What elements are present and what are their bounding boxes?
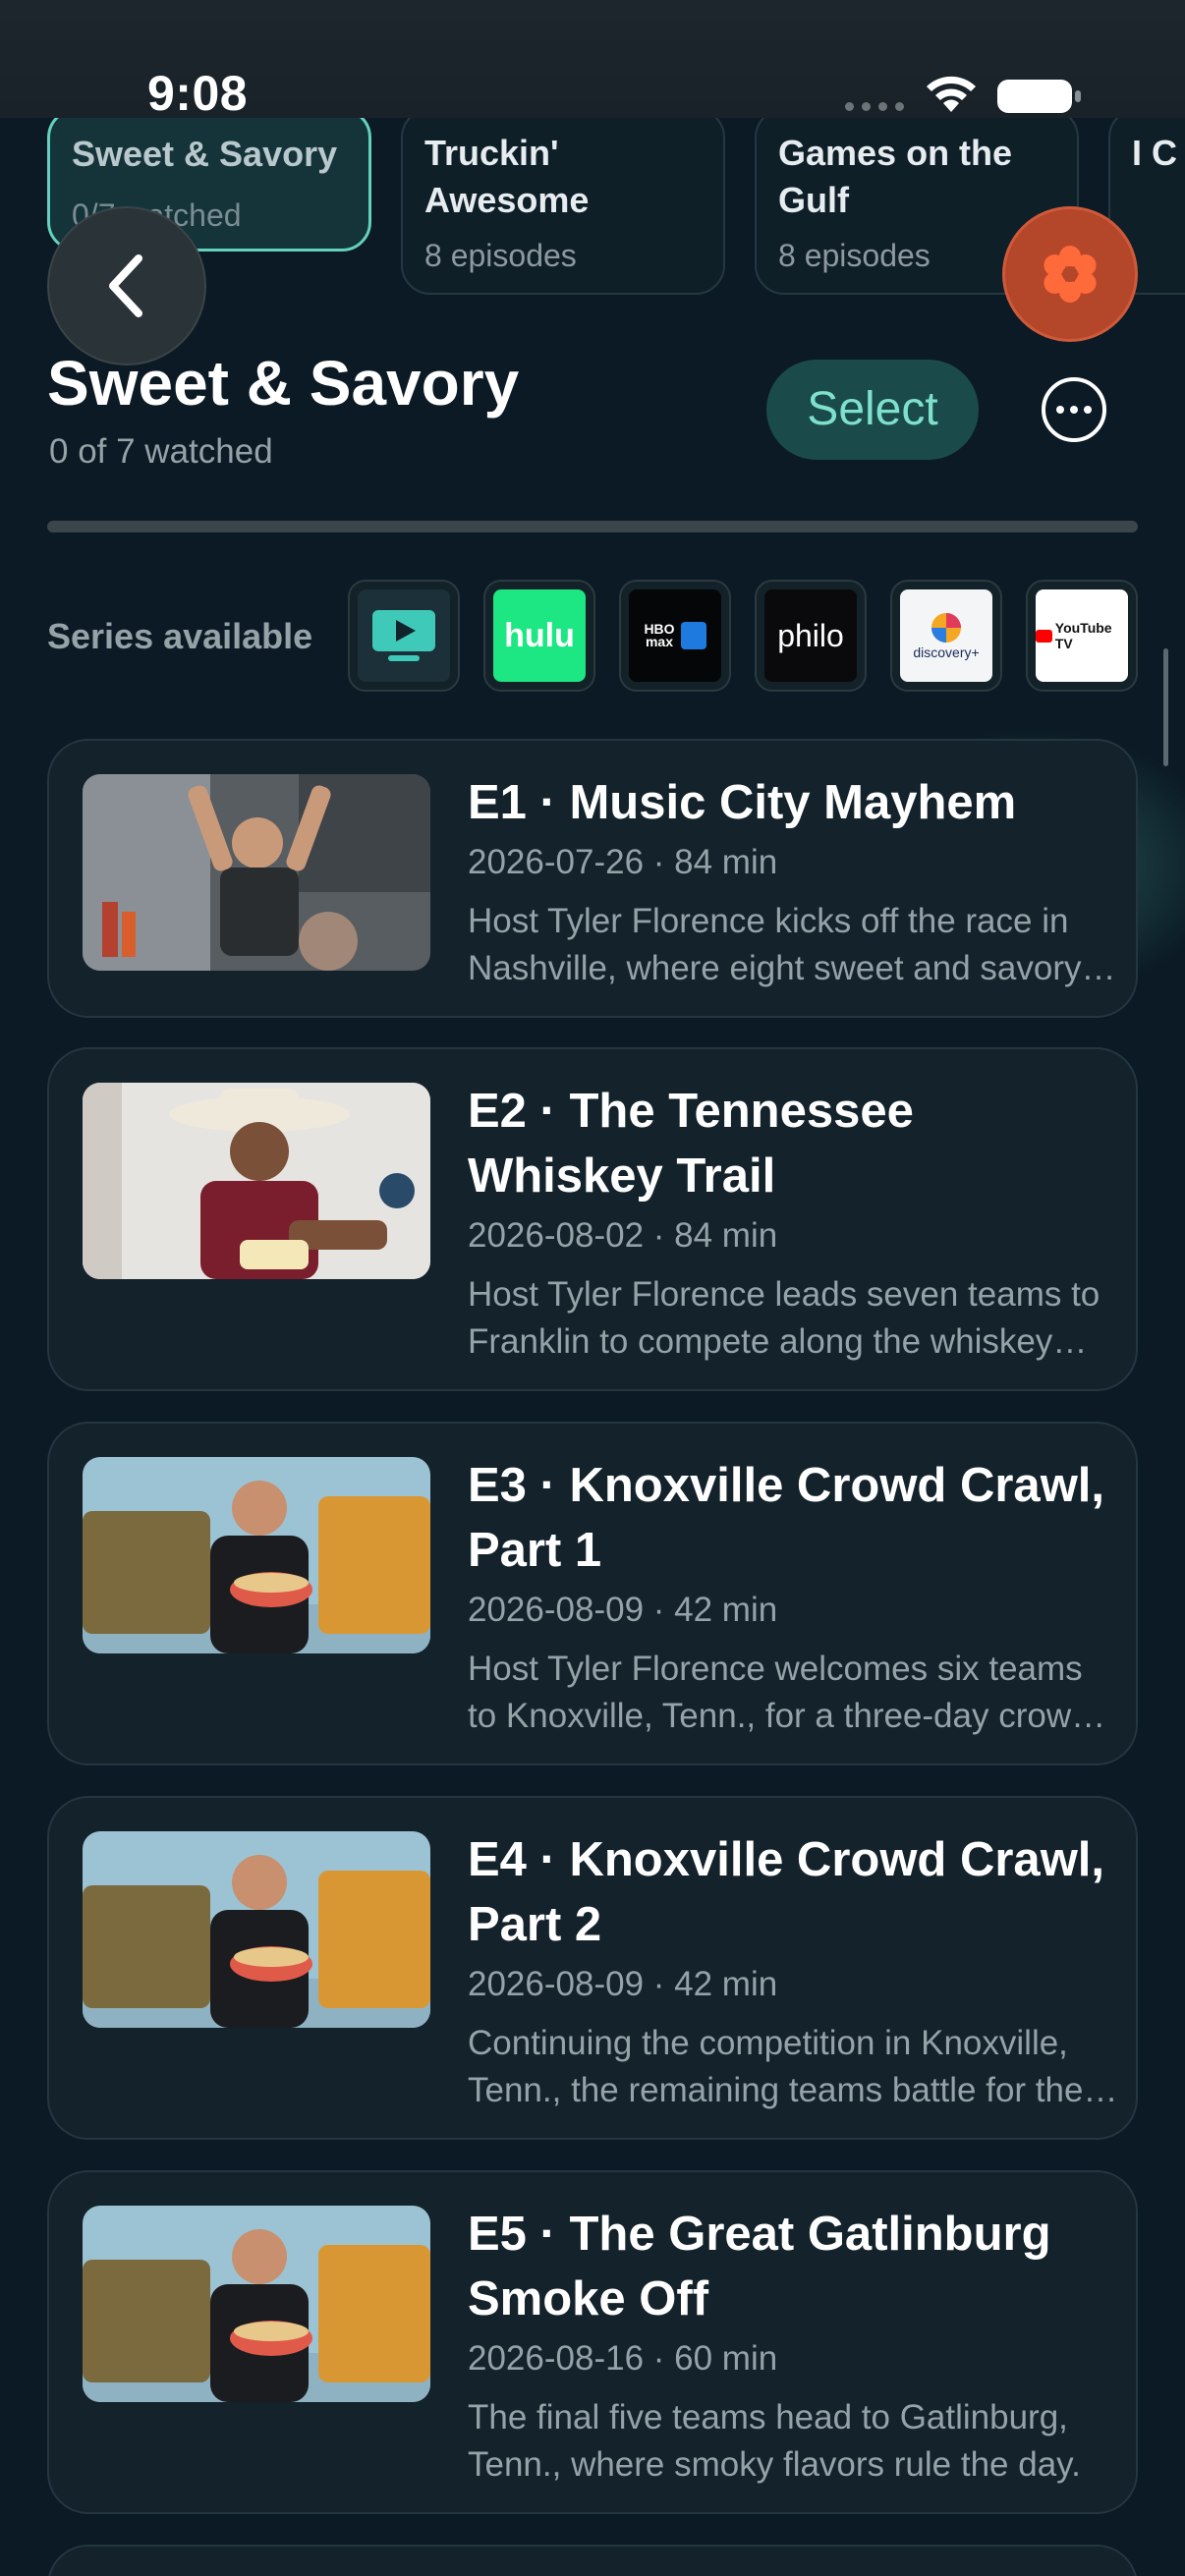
episode-card-next[interactable] [47, 2545, 1138, 2576]
episode-meta: 2026-08-16 · 60 min [468, 2339, 778, 2378]
season-chip-title: I C [1132, 133, 1178, 173]
cellular-signal-icon [845, 102, 904, 111]
episode-card-4[interactable]: E4 · Knoxville Crowd Crawl, Part 2 2026-… [47, 1796, 1138, 2140]
episode-title: E4 · Knoxville Crowd Crawl, Part 2 [468, 1833, 1105, 1951]
status-bar: 9:08 [0, 0, 1185, 121]
food-truck-scene-image [83, 774, 430, 971]
episode-description: The final five teams head to Gatlinburg,… [468, 2398, 1081, 2484]
cowboy-chef-image [83, 1083, 430, 1279]
flower-icon [1044, 246, 1097, 303]
host-sandwich-image [83, 2206, 430, 2402]
episode-description: Continuing the competition in Knoxville,… [468, 2024, 1084, 2109]
host-sandwich-image [83, 1457, 430, 1653]
hulu-logo: hulu [504, 616, 575, 654]
chevron-left-icon [109, 254, 142, 317]
providers-label: Series available [47, 616, 313, 656]
episode-thumbnail [83, 2206, 430, 2402]
episode-description: Host Tyler Florence kicks off the race i… [468, 902, 1082, 987]
episode-meta: 2026-08-09 · 42 min [468, 1591, 778, 1629]
episode-card-3[interactable]: E3 · Knoxville Crowd Crawl, Part 1 2026-… [47, 1422, 1138, 1765]
watched-count: 0 of 7 watched [49, 432, 273, 471]
youtube-tv-logo: YouTube TV [1054, 620, 1112, 651]
episode-title: E1 · Music City Mayhem [468, 776, 1017, 829]
more-options-button[interactable] [1042, 377, 1106, 442]
episode-title: E5 · The Great Gatlinburg Smoke Off [468, 2208, 1051, 2325]
discovery-globe-icon [931, 613, 961, 643]
episode-meta: 2026-07-26 · 84 min [468, 843, 778, 881]
episode-card-2[interactable]: E2 · The Tennessee Whiskey Trail 2026-08… [47, 1047, 1138, 1391]
episode-thumbnail [83, 1457, 430, 1653]
episode-meta: 2026-08-09 · 42 min [468, 1965, 778, 2003]
season-chip-title: Sweet & Savory [72, 134, 338, 174]
wifi-icon [927, 76, 976, 112]
select-button[interactable]: Select [766, 360, 979, 460]
progress-divider [47, 521, 1138, 532]
season-chip-title: Games on the Gulf [778, 133, 1013, 220]
status-time: 9:08 [147, 66, 249, 121]
episode-description: Host Tyler Florence welcomes six teams t… [468, 1650, 1091, 1735]
provider-tv-app[interactable] [348, 580, 460, 692]
episode-meta: 2026-08-02 · 84 min [468, 1216, 778, 1255]
episode-title: E2 · The Tennessee Whiskey Trail [468, 1085, 914, 1203]
season-chip-subtitle: 8 episodes [424, 238, 577, 273]
flower-button[interactable] [1002, 206, 1138, 342]
episode-list-screen: Sweet & Savory 0/7 watched Truckin' Awes… [0, 0, 1185, 2576]
philo-logo: philo [777, 617, 844, 653]
season-chip-truckin-awesome[interactable]: Truckin' Awesome 8 episodes [401, 108, 725, 295]
hbo-max-logo: HBO max [644, 621, 675, 649]
battery-icon [997, 80, 1081, 113]
host-sandwich-image [83, 1831, 430, 2028]
episode-thumbnail [83, 1831, 430, 2028]
tv-play-icon [372, 610, 435, 661]
provider-hbo-max-prime[interactable]: HBO max [619, 580, 731, 692]
scrollbar[interactable] [1163, 648, 1168, 766]
episode-title: E3 · Knoxville Crowd Crawl, Part 1 [468, 1459, 1105, 1577]
episode-thumbnail [83, 1083, 430, 1279]
ellipsis-icon [1056, 406, 1064, 414]
back-button[interactable] [47, 206, 206, 365]
provider-philo[interactable]: philo [755, 580, 867, 692]
episode-thumbnail [83, 774, 430, 971]
episode-card-5[interactable]: E5 · The Great Gatlinburg Smoke Off 2026… [47, 2170, 1138, 2514]
episode-description: Host Tyler Florence leads seven teams to… [468, 1275, 1100, 1361]
provider-hulu[interactable]: hulu [483, 580, 595, 692]
provider-discovery-plus[interactable]: discovery+ [890, 580, 1002, 692]
provider-youtube-tv[interactable]: YouTube TV [1026, 580, 1138, 692]
season-chip-title: Truckin' Awesome [424, 133, 590, 220]
episode-card-1[interactable]: E1 · Music City Mayhem 2026-07-26 · 84 m… [47, 739, 1138, 1018]
discovery-plus-logo: discovery+ [913, 644, 980, 660]
